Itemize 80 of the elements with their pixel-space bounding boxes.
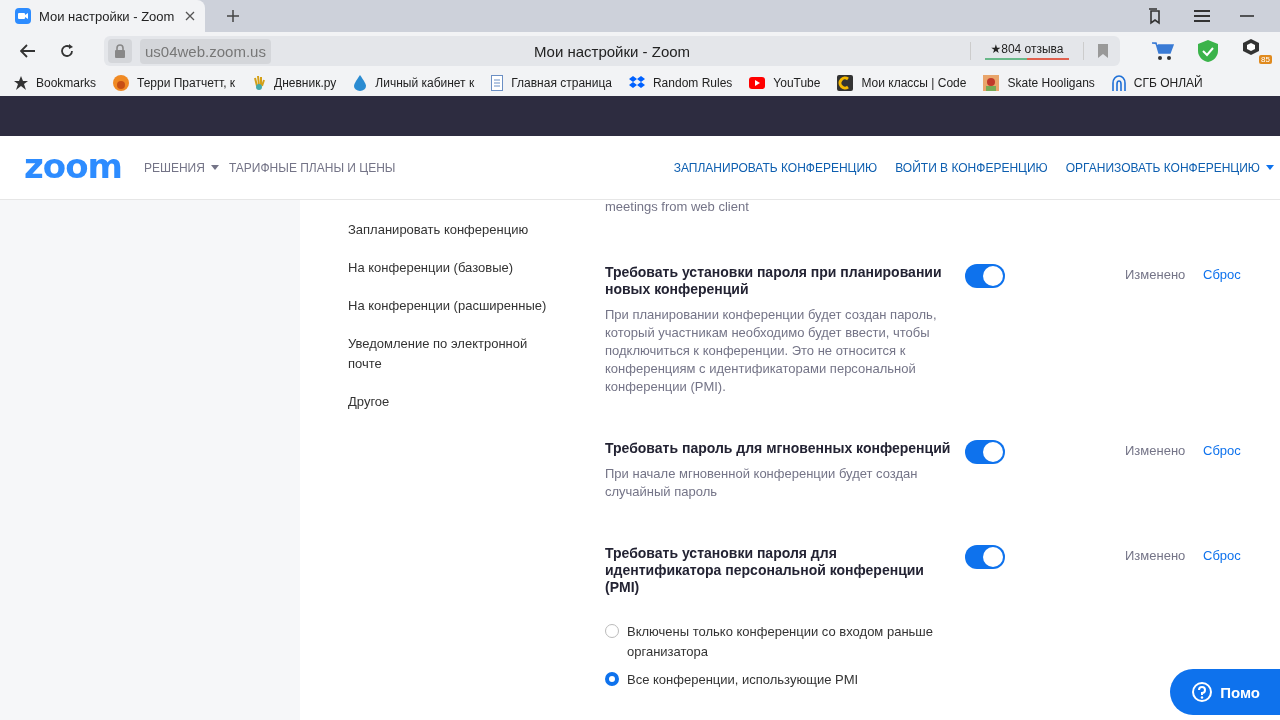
bookmark-label: Главная страница bbox=[511, 76, 612, 90]
reset-link[interactable]: Сброс bbox=[1203, 545, 1241, 563]
bookmark-label: Random Rules bbox=[652, 76, 733, 90]
radio-label: Включены только конференции со входом раньше организатора bbox=[627, 623, 934, 661]
play-icon bbox=[749, 77, 766, 89]
bookmark-label: Bookmarks bbox=[36, 76, 97, 90]
setting-title: Требовать установки пароля для идентификатора персональной конференции (PMI) bbox=[605, 545, 925, 596]
setting-title: Требовать пароль для мгновенных конференций bbox=[605, 440, 952, 457]
sidebar-item[interactable]: На конференции (базовые) bbox=[348, 258, 548, 278]
toggle-switch[interactable] bbox=[965, 545, 1005, 569]
sidebar-item[interactable]: Запланировать конференцию bbox=[348, 220, 548, 240]
bookmark-item[interactable]: YouTube bbox=[749, 76, 821, 90]
toggle-switch[interactable] bbox=[965, 264, 1005, 288]
cart-icon[interactable] bbox=[1152, 41, 1174, 61]
bookmark-item[interactable]: Мои классы | Code bbox=[837, 75, 967, 91]
page-title: Мои настройки - Zoom bbox=[533, 42, 691, 60]
bookmark-item[interactable]: Личный кабинет к bbox=[353, 75, 475, 91]
avatar-icon bbox=[983, 75, 1000, 91]
star-icon bbox=[14, 76, 28, 90]
extension-badge: 85 bbox=[1259, 55, 1272, 64]
round-icon bbox=[113, 75, 130, 91]
bookmark-label: СГБ ОНЛАЙ bbox=[1133, 76, 1203, 90]
reviews-badge[interactable]: ★804 отзыва bbox=[970, 42, 1084, 60]
caret-icon bbox=[1266, 165, 1274, 170]
browser-tab[interactable]: Мои настройки - Zoom bbox=[0, 0, 205, 32]
nav-link[interactable]: ВОЙТИ В КОНФЕРЕНЦИЮ bbox=[895, 160, 1048, 175]
bookmark-item[interactable]: Дневник.ру bbox=[252, 75, 337, 91]
status-label: Изменено bbox=[1125, 442, 1187, 458]
nav-link[interactable]: ОРГАНИЗОВАТЬ КОНФЕРЕНЦИЮ bbox=[1065, 160, 1274, 175]
bookmark-item[interactable]: Bookmarks bbox=[14, 76, 97, 90]
radio-button[interactable] bbox=[605, 672, 619, 686]
radio-label: Все конференции, использующие PMI bbox=[627, 671, 859, 689]
document-icon bbox=[491, 75, 504, 91]
setting-title: Требовать установки пароля при планировании новых конференций bbox=[605, 264, 943, 298]
reset-link[interactable]: Сброс bbox=[1203, 440, 1241, 458]
bookmark-label: Мои классы | Code bbox=[861, 76, 967, 90]
bookmark-label: YouTube bbox=[773, 76, 821, 90]
bookmark-label: Дневник.ру bbox=[274, 76, 337, 90]
nav-link[interactable]: ЗАПЛАНИРОВАТЬ КОНФЕРЕНЦИЮ bbox=[673, 160, 878, 175]
nav-link[interactable]: ТАРИФНЫЕ ПЛАНЫ И ЦЕНЫ bbox=[228, 160, 396, 175]
bookmark-label: Skate Hooligans bbox=[1007, 76, 1095, 90]
bookmark-item[interactable]: Терри Пратчетт, к bbox=[113, 75, 236, 91]
dropbox-icon bbox=[628, 76, 645, 90]
status-label: Изменено bbox=[1125, 547, 1187, 563]
reset-link[interactable]: Сброс bbox=[1203, 264, 1241, 282]
drop-icon bbox=[353, 75, 368, 91]
status-label: Изменено bbox=[1125, 266, 1187, 282]
cube-icon[interactable] bbox=[1242, 38, 1260, 56]
back-icon[interactable] bbox=[20, 44, 36, 58]
sidebar-item[interactable]: Другое bbox=[348, 392, 548, 412]
bookmark-label: Личный кабинет к bbox=[375, 76, 475, 90]
arch-icon bbox=[1111, 75, 1126, 91]
bookmark-item[interactable]: Random Rules bbox=[628, 76, 733, 90]
toggle-switch[interactable] bbox=[965, 440, 1005, 464]
url-text: us04web.zoom.us bbox=[140, 38, 271, 64]
question-icon bbox=[1192, 682, 1213, 702]
app-icon bbox=[837, 75, 854, 91]
caret-icon bbox=[210, 165, 219, 170]
bookmark-item[interactable]: СГБ ОНЛАЙ bbox=[1111, 75, 1203, 91]
lock-icon bbox=[108, 39, 132, 63]
nav-link[interactable]: РЕШЕНИЯ bbox=[143, 160, 219, 175]
reviews-count: ★804 отзыва bbox=[990, 42, 1064, 56]
bookmark-item[interactable]: Главная страница bbox=[491, 75, 612, 91]
setting-description: meetings from web client bbox=[605, 198, 750, 216]
camera-icon bbox=[15, 8, 31, 24]
shield-icon[interactable] bbox=[1198, 40, 1218, 62]
address-bar[interactable]: us04web.zoom.us Мои настройки - Zoom ★804 отзыва bbox=[104, 36, 1120, 66]
help-button[interactable]: Помо bbox=[1170, 669, 1280, 715]
bookmark-label: Терри Пратчетт, к bbox=[137, 76, 236, 90]
setting-description: При начале мгновенной конференции будет создан случайный пароль bbox=[605, 465, 919, 501]
new-tab-icon[interactable] bbox=[227, 10, 239, 22]
reload-icon[interactable] bbox=[60, 44, 74, 58]
hand-icon bbox=[252, 75, 267, 91]
sidebar-item[interactable]: Уведомление по электронной почте bbox=[348, 334, 548, 374]
tab-title: Мои настройки - Zoom bbox=[39, 8, 176, 24]
sidebar-item[interactable]: На конференции (расширенные) bbox=[348, 296, 548, 316]
menu-icon[interactable] bbox=[1194, 10, 1210, 22]
setting-description: При планировании конференции будет создан пароль, который участникам необходимо будет ввести, чтобы подключиться к конференции. Это не относится к конференциям с идентификаторами персональной конференции (PMI). bbox=[605, 306, 938, 396]
bookmark-item[interactable]: Skate Hooligans bbox=[983, 75, 1095, 91]
close-icon[interactable] bbox=[185, 11, 195, 21]
